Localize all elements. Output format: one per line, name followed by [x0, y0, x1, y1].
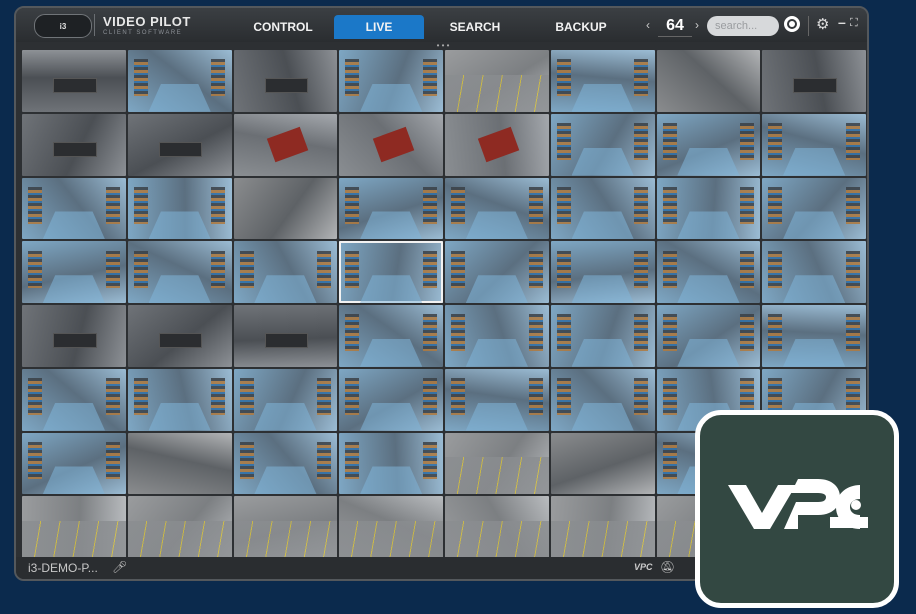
- fullscreen-icon[interactable]: ⛶: [850, 17, 858, 30]
- camera-tile[interactable]: [22, 368, 126, 431]
- camera-tile[interactable]: [233, 177, 338, 240]
- camera-tile[interactable]: [233, 305, 338, 367]
- camera-tile[interactable]: [762, 241, 866, 303]
- camera-tile[interactable]: [339, 241, 443, 303]
- camera-tile[interactable]: [445, 368, 549, 431]
- camera-tile[interactable]: [339, 113, 443, 176]
- vpc-logo-badge: [695, 410, 899, 608]
- camera-tile[interactable]: [127, 305, 232, 367]
- layout-count-field[interactable]: 64: [658, 16, 692, 37]
- camera-tile[interactable]: [550, 177, 655, 240]
- camera-tile[interactable]: [550, 50, 655, 112]
- tab-search[interactable]: SEARCH: [440, 15, 510, 39]
- brand-title: VIDEO PILOT: [103, 14, 191, 29]
- camera-tile[interactable]: [339, 432, 443, 495]
- drag-handle[interactable]: • • •: [431, 42, 455, 50]
- i3-logo: i3: [34, 14, 92, 38]
- tab-backup[interactable]: BACKUP: [546, 15, 616, 39]
- camera-tile[interactable]: [127, 368, 232, 431]
- camera-tile[interactable]: [445, 305, 549, 367]
- camera-tile[interactable]: [656, 177, 761, 240]
- camera-tile[interactable]: [22, 496, 126, 558]
- logo-text: i3: [59, 21, 67, 31]
- vpc-mini-logo: VPC: [634, 562, 653, 572]
- camera-tile[interactable]: [762, 305, 866, 367]
- site-name[interactable]: i3-DEMO-P...: [28, 561, 98, 575]
- camera-tile[interactable]: [445, 241, 549, 303]
- camera-tile[interactable]: [339, 496, 443, 558]
- pager-prev-button[interactable]: ‹: [646, 18, 650, 32]
- camera-tile[interactable]: [656, 241, 761, 303]
- camera-tile[interactable]: [127, 177, 232, 240]
- mic-off-icon[interactable]: 🎤︎: [112, 560, 127, 574]
- camera-tile[interactable]: [233, 50, 338, 112]
- camera-tile[interactable]: [22, 241, 126, 303]
- camera-tile[interactable]: [762, 177, 866, 240]
- camera-tile[interactable]: [127, 50, 232, 112]
- target-icon[interactable]: [784, 16, 800, 32]
- camera-tile[interactable]: [762, 113, 866, 176]
- camera-tile[interactable]: [445, 50, 549, 112]
- camera-tile[interactable]: [762, 50, 866, 112]
- camera-tile[interactable]: [656, 50, 761, 112]
- camera-tile[interactable]: [550, 432, 655, 495]
- camera-tile[interactable]: [127, 113, 232, 176]
- camera-tile[interactable]: [22, 113, 126, 176]
- camera-tile[interactable]: [445, 113, 549, 176]
- camera-tile[interactable]: [127, 241, 232, 303]
- minimize-icon[interactable]: –: [838, 14, 846, 30]
- camera-tile[interactable]: [656, 305, 761, 367]
- camera-tile[interactable]: [233, 368, 338, 431]
- camera-tile[interactable]: [550, 113, 655, 176]
- camera-tile[interactable]: [233, 432, 338, 495]
- gear-icon[interactable]: ⚙: [816, 15, 829, 33]
- tab-control[interactable]: CONTROL: [248, 15, 318, 39]
- top-bar: i3 VIDEO PILOT CLIENT SOFTWARE CONTROL L…: [16, 8, 867, 42]
- camera-tile[interactable]: [550, 496, 655, 558]
- camera-tile[interactable]: [233, 113, 338, 176]
- camera-tile[interactable]: [550, 305, 655, 367]
- camera-tile[interactable]: [22, 432, 126, 495]
- brand-subtitle: CLIENT SOFTWARE: [103, 30, 183, 36]
- brand: VIDEO PILOT CLIENT SOFTWARE: [94, 14, 191, 36]
- camera-tile[interactable]: [339, 177, 443, 240]
- camera-tile[interactable]: [127, 496, 232, 558]
- camera-tile[interactable]: [339, 368, 443, 431]
- divider: [808, 16, 809, 36]
- camera-tile[interactable]: [22, 177, 126, 240]
- camera-tile[interactable]: [656, 113, 761, 176]
- search-input[interactable]: [707, 16, 779, 36]
- camera-tile[interactable]: [339, 50, 443, 112]
- camera-tile[interactable]: [550, 241, 655, 303]
- camera-tile[interactable]: [233, 241, 338, 303]
- camera-tile[interactable]: [127, 432, 232, 495]
- camera-tile[interactable]: [22, 305, 126, 367]
- camera-tile[interactable]: [233, 496, 338, 558]
- vpc-logo-mark: [728, 479, 868, 529]
- tab-live[interactable]: LIVE: [334, 15, 424, 39]
- pager-next-button[interactable]: ›: [695, 18, 699, 32]
- camera-tile[interactable]: [339, 305, 443, 367]
- bell-off-icon[interactable]: 🔕︎: [660, 560, 675, 574]
- camera-tile[interactable]: [445, 496, 549, 558]
- camera-tile[interactable]: [22, 50, 126, 112]
- camera-tile[interactable]: [445, 432, 549, 495]
- camera-tile[interactable]: [550, 368, 655, 431]
- camera-tile[interactable]: [445, 177, 549, 240]
